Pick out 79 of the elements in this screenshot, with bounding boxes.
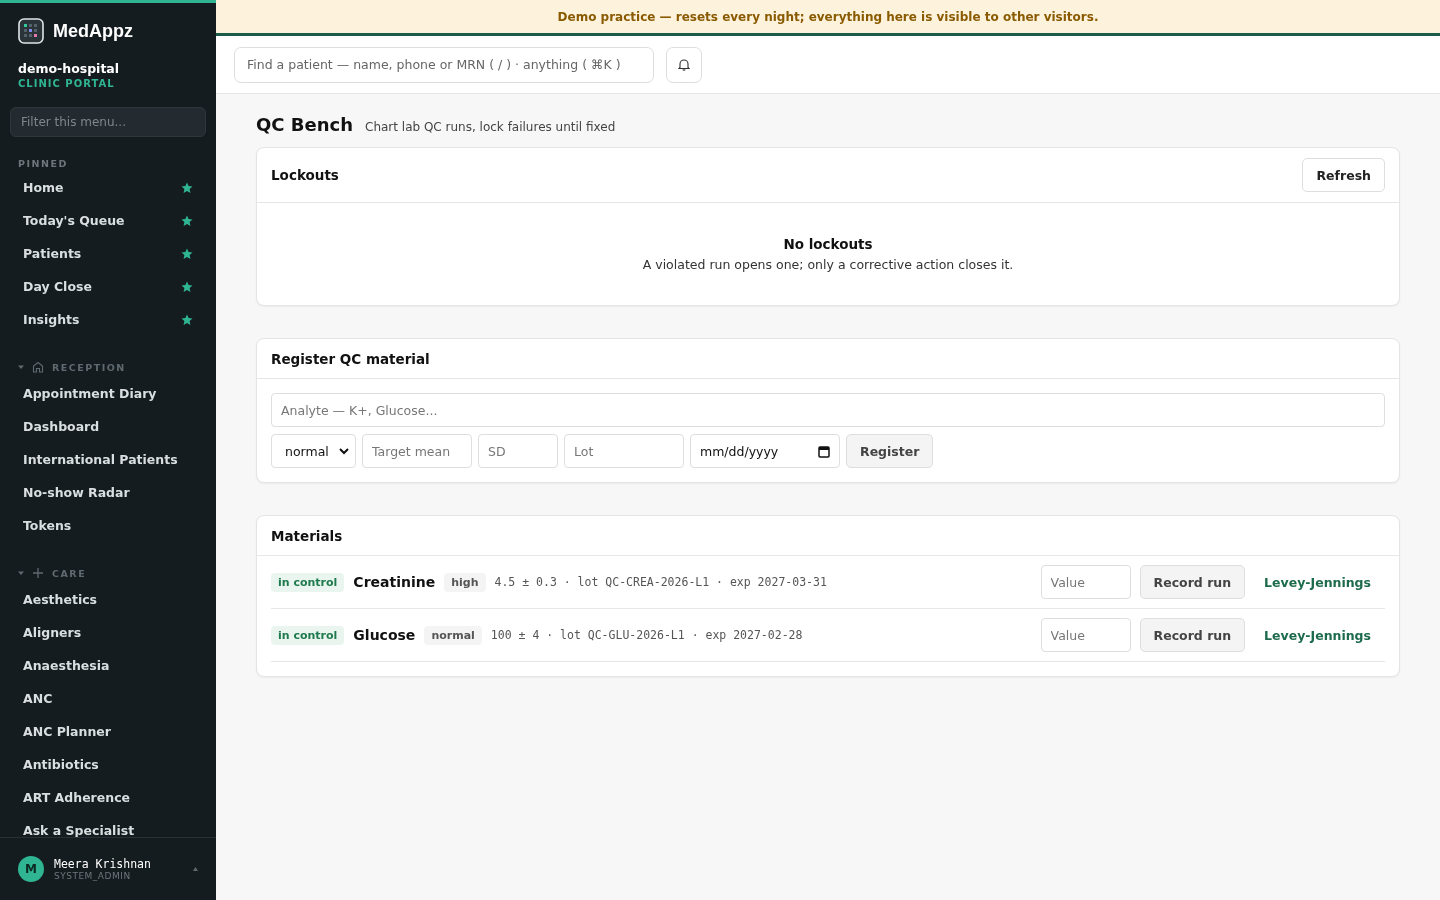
- star-icon[interactable]: [181, 247, 193, 260]
- star-icon[interactable]: [181, 181, 193, 194]
- sidebar-item[interactable]: Day Close: [10, 270, 206, 303]
- target-mean-field[interactable]: Target mean: [362, 434, 472, 468]
- patient-search-field[interactable]: Find a patient — name, phone or MRN ( / ) · anything ( ⌘K ): [234, 46, 654, 83]
- material-details: 4.5 ± 0.3 · lot QC-CREA-2026-L1 · exp 2027-03-31: [494, 575, 827, 589]
- caret-icon[interactable]: [18, 364, 24, 370]
- sidebar-item[interactable]: Ask a Specialist: [10, 814, 206, 837]
- group-heading: RECEPTION: [52, 361, 126, 373]
- level-tag: normal: [424, 625, 482, 645]
- group-heading: CARE: [52, 567, 87, 579]
- lot-field[interactable]: Lot: [564, 434, 684, 468]
- card-title: Register QC material: [271, 350, 430, 367]
- analyte-name: Glucose: [353, 627, 416, 643]
- sidebar-item[interactable]: Tokens: [10, 509, 206, 542]
- caret-icon[interactable]: [193, 867, 198, 871]
- empty-title: No lockouts: [782, 236, 874, 252]
- value-field[interactable]: Value: [1040, 618, 1131, 652]
- item-label: Today's Queue: [23, 213, 125, 228]
- material-details: 100 ± 4 · lot QC-GLU-2026-L1 · exp 2027-02-28: [490, 628, 803, 642]
- sidebar-item[interactable]: ANC: [10, 682, 206, 715]
- status-badge: in control: [271, 625, 345, 645]
- item-label: Day Close: [23, 279, 92, 294]
- sidebar-item[interactable]: Dashboard: [10, 410, 206, 443]
- menu-filter-field[interactable]: Filter this menu...: [10, 107, 206, 137]
- page-title: QC Bench: [256, 114, 353, 135]
- sidebar-item[interactable]: Antibiotics: [10, 748, 206, 781]
- star-icon[interactable]: [181, 214, 193, 227]
- brand-name: MedAppz: [53, 20, 133, 42]
- star-icon[interactable]: [181, 313, 193, 326]
- levey-jennings-link[interactable]: Levey-Jennings: [1264, 627, 1371, 643]
- record-run-button[interactable]: Record run: [1139, 618, 1246, 652]
- sidebar-item[interactable]: No-show Radar: [10, 476, 206, 509]
- page-subtitle: Chart lab QC runs, lock failures until fixed: [365, 120, 616, 134]
- item-label: Patients: [23, 246, 82, 261]
- sidebar-item[interactable]: Home: [10, 171, 206, 204]
- date-field[interactable]: mm/dd/yyyy: [690, 434, 840, 468]
- sidebar-item[interactable]: Appointment Diary: [10, 377, 206, 410]
- sidebar-item[interactable]: ART Adherence: [10, 781, 206, 814]
- card-title: Lockouts: [271, 167, 339, 183]
- register-button[interactable]: Register: [846, 434, 934, 468]
- sidebar-item[interactable]: Patients: [10, 237, 206, 270]
- logo-icon: [18, 18, 44, 44]
- chevron-icon: [339, 447, 349, 455]
- sidebar-item[interactable]: International Patients: [10, 443, 206, 476]
- level-tag: high: [444, 572, 486, 592]
- star-icon[interactable]: [181, 280, 193, 293]
- plus-icon: [32, 567, 44, 579]
- record-run-button[interactable]: Record run: [1139, 565, 1246, 599]
- sidebar-item[interactable]: Anaesthesia: [10, 649, 206, 682]
- value-field[interactable]: Value: [1040, 565, 1131, 599]
- house-icon: [32, 361, 44, 373]
- card-title: Materials: [271, 527, 343, 544]
- sd-field[interactable]: SD: [478, 434, 558, 468]
- avatar: M: [18, 856, 44, 882]
- item-label: Insights: [23, 312, 80, 327]
- sidebar-item[interactable]: Insights: [10, 303, 206, 336]
- portal-label: CLINIC PORTAL: [17, 77, 116, 89]
- section-heading: PINNED: [17, 157, 69, 171]
- refresh-button[interactable]: Refresh: [1302, 158, 1385, 192]
- status-badge: in control: [271, 572, 345, 592]
- user-role: SYSTEM_ADMIN: [54, 871, 132, 881]
- analyte-name: Creatinine: [353, 574, 436, 590]
- sidebar-item[interactable]: Today's Queue: [10, 204, 206, 237]
- org-name: demo-hospital: [17, 60, 121, 76]
- bell-icon: [678, 58, 690, 71]
- empty-text: A violated run opens one; only a corrective action closes it.: [641, 257, 1015, 272]
- calendar-icon: [818, 444, 830, 458]
- notifications-button[interactable]: [666, 46, 702, 83]
- demo-banner: Demo practice — resets every night; everything here is visible to other visitors.: [216, 0, 1440, 36]
- level-select[interactable]: normal: [271, 434, 356, 468]
- levey-jennings-link[interactable]: Levey-Jennings: [1264, 574, 1371, 590]
- sidebar-item[interactable]: ANC Planner: [10, 715, 206, 748]
- sidebar-item[interactable]: Aligners: [10, 616, 206, 649]
- analyte-field[interactable]: Analyte — K+, Glucose...: [271, 393, 1385, 427]
- user-name: Meera Krishnan: [54, 857, 152, 871]
- sidebar-item[interactable]: Aesthetics: [10, 583, 206, 616]
- item-label: Home: [23, 180, 64, 195]
- caret-icon[interactable]: [18, 570, 24, 576]
